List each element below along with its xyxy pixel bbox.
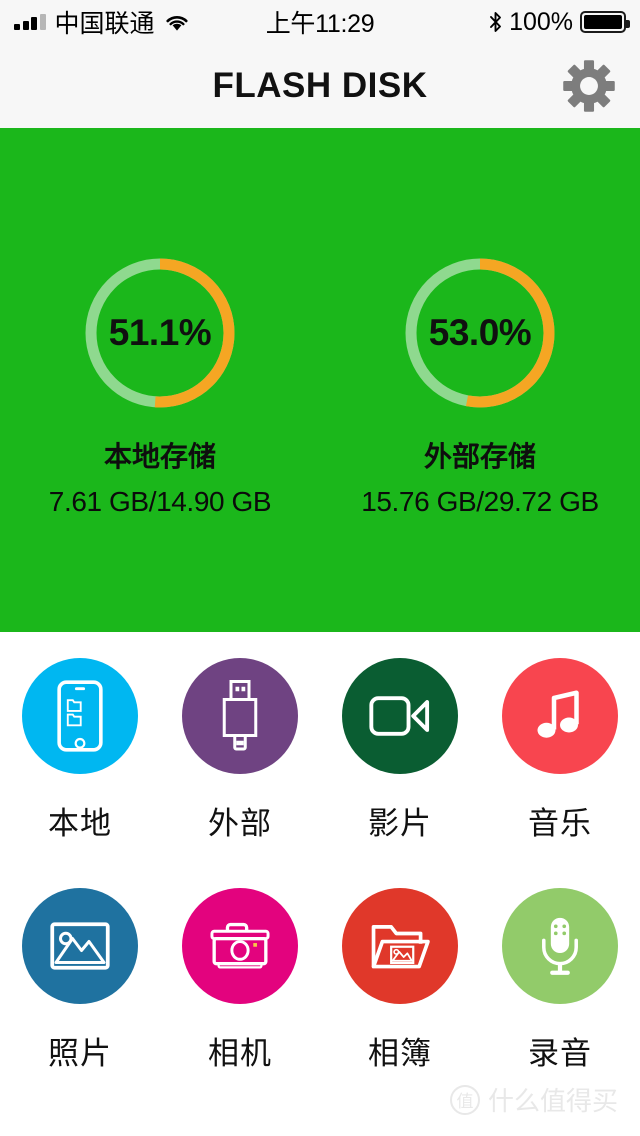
- shortcut-video[interactable]: 影片: [320, 658, 480, 888]
- watermark: 值 什么值得买: [449, 1081, 618, 1118]
- app-screen: 中国联通 上午11:29 100% FLASH DISK 51.1% 本地存储 …: [0, 0, 640, 1136]
- storage-size-local: 7.61 GB/14.90 GB: [48, 486, 272, 517]
- shortcut-label: 音乐: [528, 806, 592, 841]
- storage-size-external: 15.76 GB/29.72 GB: [361, 486, 599, 517]
- shortcut-label: 照片: [48, 1036, 112, 1071]
- shortcut-label: 录音: [528, 1036, 592, 1071]
- storage-gauge-external: 53.0% 外部存储 15.76 GB/29.72 GB: [320, 252, 640, 518]
- page-title: FLASH DISK: [212, 66, 428, 105]
- storage-name-external: 外部存储: [423, 441, 536, 472]
- donut-chart-local: 51.1%: [79, 252, 241, 414]
- shortcut-label: 影片: [368, 806, 432, 841]
- storage-panel: 51.1% 本地存储 7.61 GB/14.90 GB 53.0% 外部存储 1…: [0, 128, 640, 632]
- status-bar-left: 中国联通: [14, 4, 266, 40]
- camera-icon[interactable]: [182, 888, 298, 1004]
- gear-icon[interactable]: [560, 57, 618, 115]
- donut-percent-external: 53.0%: [428, 312, 532, 353]
- bluetooth-icon: [489, 11, 502, 33]
- shortcut-music[interactable]: 音乐: [480, 658, 640, 888]
- watermark-text: 什么值得买: [487, 1086, 618, 1116]
- status-bar-center: 上午11:29: [266, 4, 375, 40]
- shortcut-camera[interactable]: 相机: [160, 888, 320, 1118]
- signal-bars-icon: [14, 14, 46, 30]
- battery-full-icon: [580, 11, 631, 33]
- video-camera-icon[interactable]: [342, 658, 458, 774]
- carrier-label: 中国联通: [54, 10, 155, 38]
- watermark-badge: 值: [449, 1084, 480, 1115]
- music-note-icon[interactable]: [502, 658, 618, 774]
- microphone-icon[interactable]: [502, 888, 618, 1004]
- shortcut-external[interactable]: 外部: [160, 658, 320, 888]
- shortcut-label: 相机: [208, 1036, 272, 1071]
- shortcut-label: 本地: [48, 806, 112, 841]
- wifi-icon: [164, 13, 190, 32]
- shortcut-row: 本地 外部 影片 音乐: [0, 658, 640, 888]
- clock-label: 上午11:29: [265, 10, 375, 38]
- donut-chart-external: 53.0%: [399, 252, 561, 414]
- storage-gauge-local: 51.1% 本地存储 7.61 GB/14.90 GB: [0, 252, 320, 518]
- donut-percent-local: 51.1%: [108, 312, 212, 353]
- shortcut-label: 外部: [208, 806, 272, 841]
- status-bar-right: 100%: [374, 7, 631, 37]
- shortcut-photos[interactable]: 照片: [0, 888, 160, 1118]
- shortcut-local[interactable]: 本地: [0, 658, 160, 888]
- storage-name-local: 本地存储: [103, 441, 216, 472]
- shortcut-label: 相簿: [368, 1036, 432, 1071]
- phone-icon[interactable]: [22, 658, 138, 774]
- photo-album-icon[interactable]: [342, 888, 458, 1004]
- battery-percent-label: 100%: [509, 7, 574, 36]
- picture-icon[interactable]: [22, 888, 138, 1004]
- usb-drive-icon[interactable]: [182, 658, 298, 774]
- status-bar: 中国联通 上午11:29 100%: [0, 0, 640, 44]
- shortcut-grid: 本地 外部 影片 音乐 照片 相机 相簿 录音: [0, 632, 640, 1136]
- nav-bar: FLASH DISK: [0, 44, 640, 128]
